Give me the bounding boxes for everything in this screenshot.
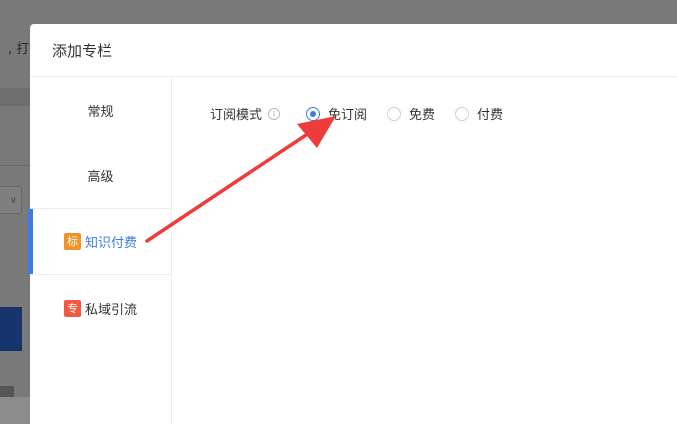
nav-item-knowledge-payment[interactable]: 标 知识付费 bbox=[28, 209, 171, 275]
dialog-side-nav: 常规 高级 标 知识付费 专 私域引流 bbox=[28, 77, 172, 424]
tag-icon: 专 bbox=[63, 299, 81, 317]
radio-no-subscription[interactable]: 免订阅 bbox=[306, 104, 367, 123]
nav-item-label: 常规 bbox=[87, 104, 114, 120]
dialog-content: 订阅模式 i 免订阅 免费 付费 bbox=[172, 77, 677, 424]
radio-label: 免订阅 bbox=[328, 108, 368, 123]
radio-button[interactable] bbox=[455, 106, 470, 121]
subscription-mode-label: 订阅模式 bbox=[210, 108, 263, 123]
radio-free[interactable]: 免费 bbox=[387, 104, 435, 123]
nav-item-general[interactable]: 常规 bbox=[30, 77, 171, 143]
dialog-header: 添加专栏 bbox=[30, 24, 677, 77]
radio-paid[interactable]: 付费 bbox=[455, 104, 503, 123]
nav-item-advanced[interactable]: 高级 bbox=[30, 143, 171, 209]
dialog-title: 添加专栏 bbox=[52, 41, 113, 60]
nav-item-label: 知识付费 bbox=[84, 236, 137, 251]
nav-item-private-traffic[interactable]: 专 私域引流 bbox=[30, 275, 171, 341]
tag-icon: 标 bbox=[63, 233, 81, 250]
nav-item-label: 私域引流 bbox=[84, 302, 137, 318]
radio-label: 免费 bbox=[409, 108, 436, 123]
radio-label: 付费 bbox=[477, 108, 504, 123]
info-icon[interactable]: i bbox=[268, 107, 281, 120]
radio-button-checked[interactable] bbox=[306, 106, 321, 121]
add-column-dialog: 添加专栏 常规 高级 标 知识付费 专 私域引流 订阅模式 i 免订阅 免费 付… bbox=[28, 24, 677, 424]
subscription-mode-row: 订阅模式 i 免订阅 免费 付费 bbox=[210, 104, 523, 123]
nav-item-label: 高级 bbox=[87, 170, 114, 185]
radio-button[interactable] bbox=[387, 106, 402, 121]
